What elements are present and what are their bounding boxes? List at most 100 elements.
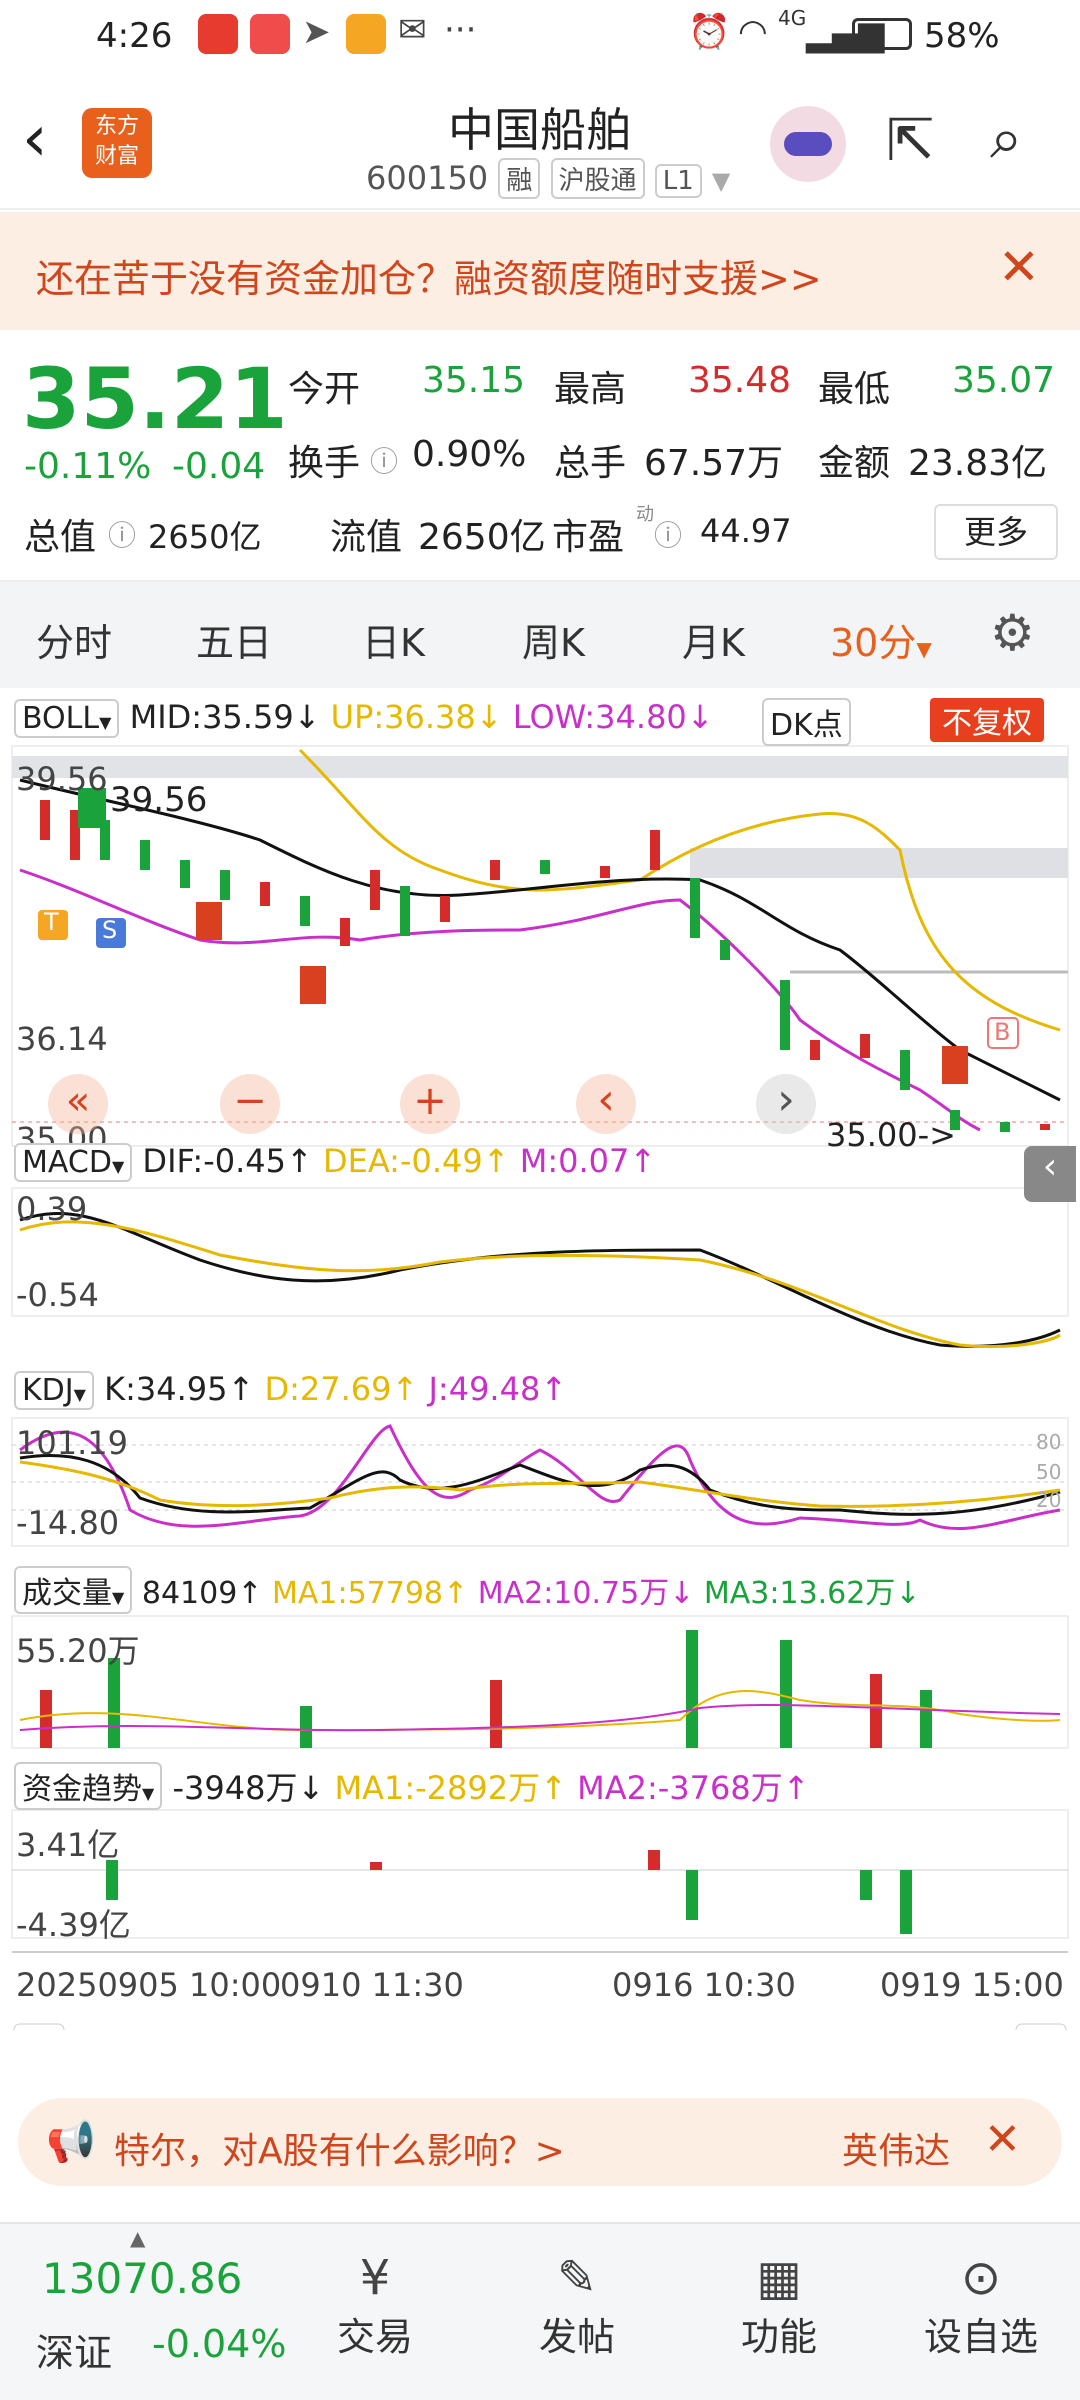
- macd-select[interactable]: MACD▼: [14, 1143, 133, 1182]
- boll-up: UP:36.38↓: [330, 698, 503, 736]
- settings-gear-icon[interactable]: ⚙: [990, 604, 1035, 662]
- tab-30min[interactable]: 30分▼: [830, 612, 932, 667]
- more-circle-icon: ⊙: [960, 2250, 1002, 2306]
- more-button[interactable]: 更多: [934, 504, 1058, 560]
- share-icon[interactable]: ⇱: [886, 106, 935, 174]
- tab-intraday[interactable]: 分时: [36, 612, 112, 667]
- candle: [1040, 1124, 1050, 1130]
- news-banner[interactable]: 📢 特尔，对A股有什么影响？> 英伟达 ✕: [18, 2098, 1062, 2186]
- buy-label: B: [994, 1018, 1011, 1046]
- chart-svg: [11, 745, 1069, 2055]
- kdj-ybot: -14.80: [16, 1504, 120, 1542]
- quote-panel: 35.21 -0.11% -0.04 今开 35.15 最高 35.48 最低 …: [0, 330, 1080, 580]
- candle: [440, 896, 450, 922]
- kdj-ref-80: 80: [1036, 1430, 1062, 1454]
- candle: [690, 878, 700, 938]
- volume-ytop: 55.20万: [16, 1632, 140, 1670]
- candle: [780, 980, 790, 1050]
- collapse-panel-icon[interactable]: ‹: [1024, 1146, 1076, 1202]
- chevron-up-icon[interactable]: ▲: [130, 2226, 145, 2250]
- info-icon[interactable]: ⓘ: [108, 514, 136, 554]
- fund-bar: [860, 1870, 872, 1900]
- td-marker: [196, 902, 222, 940]
- tag-level: L1: [654, 164, 702, 198]
- low-label: 最低: [818, 369, 891, 410]
- kdj-j: J:49.48↑: [428, 1370, 568, 1408]
- tab-monthly[interactable]: 月K: [682, 612, 745, 667]
- low-value: 35.07: [952, 360, 1056, 401]
- nav-functions[interactable]: ▦ 功能: [714, 2250, 844, 2361]
- tab-daily[interactable]: 日K: [362, 612, 425, 667]
- boll-select[interactable]: BOLL▼: [14, 699, 120, 738]
- nav-trade[interactable]: ¥ 交易: [310, 2250, 440, 2361]
- volume-select[interactable]: 成交量▼: [14, 1566, 133, 1614]
- info-icon[interactable]: ⓘ: [654, 514, 682, 554]
- volume-value: 84109↑: [141, 1576, 263, 1611]
- float-value: 2650亿: [418, 517, 546, 558]
- candle: [810, 1040, 820, 1060]
- caret-down-icon: ▼: [916, 637, 932, 661]
- tab-five-day[interactable]: 五日: [196, 612, 272, 667]
- candle: [340, 918, 350, 946]
- fund-ybot: -4.39亿: [16, 1906, 131, 1944]
- index-value: 13070.86: [42, 2254, 243, 2303]
- candle: [260, 882, 270, 906]
- prev-button[interactable]: ‹: [576, 1074, 636, 1134]
- kdj-select[interactable]: KDJ▼: [14, 1371, 94, 1410]
- change-percent: -0.11%: [24, 446, 152, 487]
- info-icon[interactable]: ⓘ: [370, 440, 398, 480]
- nav-post[interactable]: ✎ 发帖: [512, 2250, 642, 2361]
- boll-name: BOLL: [22, 701, 100, 736]
- caret-down-icon: ▼: [112, 1588, 125, 1607]
- tab-weekly[interactable]: 周K: [522, 612, 585, 667]
- volume-ma1: MA1:57798↑: [271, 1576, 469, 1611]
- zoom-out-button[interactable]: −: [220, 1074, 280, 1134]
- boll-mid: MID:35.59↓: [129, 698, 321, 736]
- macd-ybot: -0.54: [16, 1276, 99, 1314]
- candle: [180, 860, 190, 888]
- macd-m: M:0.07↑: [519, 1142, 657, 1180]
- time-label: 20250905 10:00: [16, 1966, 282, 2004]
- battery-pct: 58%: [924, 16, 1000, 56]
- close-icon[interactable]: ✕: [984, 2114, 1021, 2165]
- candle: [540, 860, 550, 874]
- jump-start-button[interactable]: «: [48, 1074, 108, 1134]
- pe-sup: 动: [636, 504, 654, 525]
- scroll-handle-right: [1015, 2023, 1067, 2055]
- caret-down-icon: ▼: [111, 1157, 125, 1176]
- scroll-handle-left: [13, 2023, 65, 2055]
- tab-30min-label: 30分: [830, 621, 917, 665]
- zoom-in-button[interactable]: +: [400, 1074, 460, 1134]
- nav-watchlist[interactable]: ⊙ 设自选: [916, 2250, 1046, 2361]
- status-time: 4:26: [96, 16, 173, 56]
- volume-name: 成交量: [22, 1576, 112, 1611]
- kdj-ref-50: 50: [1036, 1460, 1062, 1484]
- close-icon[interactable]: ✕: [998, 238, 1040, 296]
- adjust-button[interactable]: 不复权: [930, 698, 1044, 742]
- next-button[interactable]: ›: [756, 1074, 816, 1134]
- send-icon: ➤: [302, 12, 331, 52]
- fund-bar: [370, 1862, 382, 1870]
- caret-down-icon[interactable]: ▼: [712, 167, 730, 195]
- promo-banner[interactable]: 还在苦于没有资金加仓？融资额度随时支援>> ✕: [0, 212, 1080, 330]
- dk-button[interactable]: DK点: [762, 698, 851, 746]
- kline-chart[interactable]: BOLL▼ MID:35.59↓ UP:36.38↓ LOW:34.80↓ DK…: [0, 690, 1080, 2055]
- candle: [300, 896, 310, 926]
- candle: [860, 1034, 870, 1058]
- assistant-avatar[interactable]: [770, 106, 846, 182]
- turnover-value: 0.90%: [412, 434, 527, 475]
- axis-mid: 36.14: [16, 1020, 108, 1058]
- pe-value: 44.97: [700, 512, 792, 550]
- fund-select[interactable]: 资金趋势▼: [14, 1762, 163, 1810]
- stock-code-row: 600150 融 沪股通 L1 ▼: [366, 158, 730, 199]
- candle: [720, 940, 730, 960]
- app-icon: [198, 14, 238, 54]
- nav-trade-label: 交易: [336, 2315, 413, 2359]
- kdj-header: KDJ▼ K:34.95↑ D:27.69↑ J:49.48↑: [14, 1370, 1074, 1410]
- fund-ma1: MA1:-2892万↑: [334, 1769, 567, 1807]
- td-marker: [942, 1046, 968, 1084]
- search-icon[interactable]: ⌕: [990, 104, 1022, 173]
- pe-label: 市盈: [552, 517, 625, 558]
- news-text: 特尔，对A股有什么影响？>: [114, 2131, 565, 2172]
- volume-header: 成交量▼ 84109↑ MA1:57798↑ MA2:10.75万↓ MA3:1…: [14, 1566, 1074, 1614]
